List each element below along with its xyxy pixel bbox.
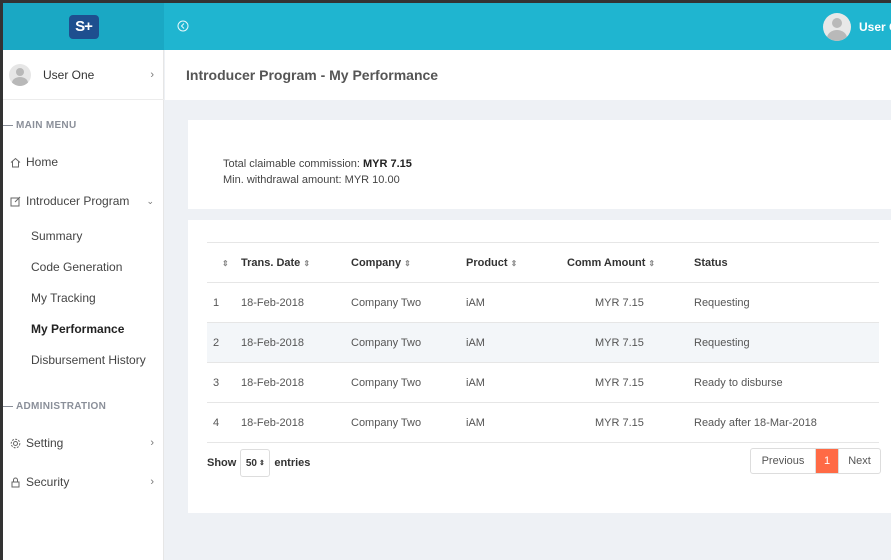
cell-comm-amount: MYR 7.15 <box>567 322 694 363</box>
table-header-row: ⇕ Trans. Date ⇕ Company ⇕ Product ⇕ Comm Am… <box>207 242 879 283</box>
cell-status: Requesting <box>694 282 879 323</box>
page-header: Introducer Program - My Performance <box>165 50 891 100</box>
cell-company: Company Two <box>351 322 466 363</box>
table-row: 3 18-Feb-2018 Company Two iAM MYR 7.15 R… <box>207 362 879 403</box>
top-bar: S+ User One <box>3 3 891 50</box>
table-row: 4 18-Feb-2018 Company Two iAM MYR 7.15 R… <box>207 402 879 443</box>
avatar <box>823 13 851 41</box>
sidebar-subitem-summary[interactable]: Summary <box>31 229 82 243</box>
cell-comm-amount: MYR 7.15 <box>567 282 694 323</box>
cell-company: Company Two <box>351 402 466 443</box>
sidebar-item-label: Introducer Program <box>26 194 130 208</box>
app-frame: S+ User One User One › MAIN MENU Home <box>3 3 891 560</box>
sort-icon: ⇕ <box>648 258 656 268</box>
column-header-company[interactable]: Company ⇕ <box>351 242 466 283</box>
length-menu-label: Show <box>207 457 237 469</box>
min-withdrawal: Min. withdrawal amount: MYR 10.00 <box>223 174 400 186</box>
column-header-index[interactable]: ⇕ <box>207 242 241 283</box>
app-logo: S+ <box>68 14 99 39</box>
sidebar-subitem-my-tracking[interactable]: My Tracking <box>31 291 96 305</box>
entries-select[interactable]: 50 ⇕ <box>240 449 271 477</box>
column-header-status[interactable]: Status <box>694 242 879 283</box>
top-user-menu[interactable]: User One <box>823 12 891 42</box>
cell-comm-amount: MYR 7.15 <box>567 362 694 403</box>
logo-area[interactable]: S+ <box>3 3 164 50</box>
page-title: Introducer Program - My Performance <box>186 67 439 83</box>
cell-index: 3 <box>207 362 241 403</box>
sidebar-item-security[interactable]: Security › <box>3 471 164 493</box>
commission-summary-card: Total claimable commission: MYR 7.15 Min… <box>188 120 891 209</box>
sidebar-item-label: Security <box>26 475 70 489</box>
sidebar-user[interactable]: User One › <box>3 50 164 100</box>
sort-icon: ⇕ <box>510 258 518 268</box>
column-header-product[interactable]: Product ⇕ <box>466 242 567 283</box>
pagination: Previous 1 Next <box>750 448 881 474</box>
cell-status: Ready after 18-Mar-2018 <box>694 402 879 443</box>
home-icon <box>9 156 21 168</box>
cell-status: Requesting <box>694 322 879 363</box>
performance-table-card: ⇕ Trans. Date ⇕ Company ⇕ Product ⇕ Comm Am… <box>188 220 891 513</box>
claimable-commission: Total claimable commission: MYR 7.15 <box>223 158 412 170</box>
top-user-name: User One <box>859 20 891 34</box>
cell-trans-date: 18-Feb-2018 <box>241 282 351 323</box>
table-row: 1 18-Feb-2018 Company Two iAM MYR 7.15 R… <box>207 282 879 323</box>
cell-comm-amount: MYR 7.15 <box>567 402 694 443</box>
cell-trans-date: 18-Feb-2018 <box>241 402 351 443</box>
sort-icon: ⇕ <box>404 258 411 268</box>
cell-status: Ready to disburse <box>694 362 879 403</box>
sidebar: User One › MAIN MENU Home Introducer Pro… <box>3 50 164 560</box>
cell-trans-date: 18-Feb-2018 <box>241 322 351 363</box>
lock-icon <box>9 476 21 488</box>
sidebar-subitem-my-performance[interactable]: My Performance <box>31 322 124 336</box>
cell-index: 2 <box>207 322 241 363</box>
cell-company: Company Two <box>351 362 466 403</box>
sidebar-item-introducer-program[interactable]: Introducer Program ⌄ <box>3 190 164 212</box>
sidebar-user-name: User One <box>43 67 95 82</box>
sidebar-subitem-code-generation[interactable]: Code Generation <box>31 260 122 274</box>
sidebar-subitem-disbursement-history[interactable]: Disbursement History <box>31 353 146 367</box>
select-arrows-icon: ⇕ <box>258 460 265 467</box>
sort-icon: ⇕ <box>222 258 229 268</box>
commission-value: MYR 7.15 <box>363 158 412 170</box>
cell-product: iAM <box>466 362 567 403</box>
cell-index: 4 <box>207 402 241 443</box>
cell-product: iAM <box>466 282 567 323</box>
length-menu-suffix: entries <box>274 457 311 469</box>
edit-icon <box>9 195 21 207</box>
table-row: 2 18-Feb-2018 Company Two iAM MYR 7.15 R… <box>207 322 879 363</box>
column-header-comm-amount[interactable]: Comm Amount ⇕ <box>567 242 694 283</box>
cell-trans-date: 18-Feb-2018 <box>241 362 351 403</box>
sort-icon: ⇕ <box>303 258 311 268</box>
sidebar-item-label: Setting <box>26 436 64 450</box>
page-1-button[interactable]: 1 <box>816 449 838 473</box>
chevron-right-icon: › <box>150 437 154 449</box>
column-header-trans-date[interactable]: Trans. Date ⇕ <box>241 242 351 283</box>
length-menu: Show 50 ⇕ entries <box>207 449 310 477</box>
sidebar-item-setting[interactable]: Setting › <box>3 432 164 454</box>
cell-product: iAM <box>466 322 567 363</box>
cell-index: 1 <box>207 282 241 323</box>
cell-product: iAM <box>466 402 567 443</box>
sidebar-item-home[interactable]: Home <box>3 151 164 173</box>
chevron-down-icon: ⌄ <box>146 195 154 206</box>
next-button[interactable]: Next <box>838 449 880 473</box>
chevron-right-icon: › <box>150 68 154 81</box>
performance-table: ⇕ Trans. Date ⇕ Company ⇕ Product ⇕ Comm Am… <box>207 242 879 443</box>
gear-icon <box>9 437 21 449</box>
sidebar-item-label: Home <box>26 155 59 169</box>
cell-company: Company Two <box>351 282 466 323</box>
collapse-sidebar-icon[interactable] <box>175 18 191 34</box>
avatar <box>9 63 31 86</box>
chevron-right-icon: › <box>150 476 154 488</box>
previous-button[interactable]: Previous <box>751 449 816 473</box>
section-administration: ADMINISTRATION <box>3 401 106 412</box>
section-main-menu: MAIN MENU <box>3 120 76 131</box>
